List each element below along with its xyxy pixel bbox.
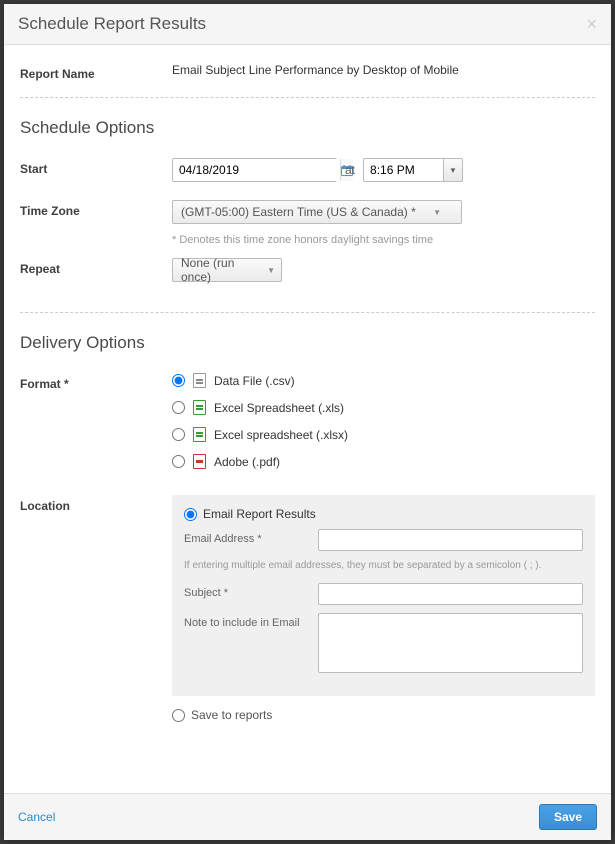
repeat-row: Repeat None (run once) ▼	[20, 258, 595, 282]
divider	[20, 97, 595, 98]
chevron-down-icon: ▼	[433, 208, 441, 217]
delivery-options-title: Delivery Options	[20, 333, 595, 353]
divider	[20, 312, 595, 313]
note-label: Note to include in Email	[184, 613, 318, 629]
format-xls-radio[interactable]	[172, 401, 185, 414]
timezone-value: (GMT-05:00) Eastern Time (US & Canada) *	[181, 205, 416, 219]
at-text: at	[345, 163, 355, 177]
chevron-down-icon: ▼	[267, 266, 275, 275]
modal-body: Report Name Email Subject Line Performan…	[4, 45, 611, 793]
start-time-input[interactable]	[363, 158, 443, 182]
format-xlsx[interactable]: Excel spreadsheet (.xlsx)	[172, 427, 595, 442]
subject-input[interactable]	[318, 583, 583, 605]
start-date-field[interactable]	[172, 158, 337, 182]
repeat-label: Repeat	[20, 258, 172, 276]
format-pdf[interactable]: Adobe (.pdf)	[172, 454, 595, 469]
csv-file-icon	[193, 373, 206, 388]
start-time-field[interactable]: ▼	[363, 158, 463, 182]
format-xlsx-radio[interactable]	[172, 428, 185, 441]
xlsx-file-icon	[193, 427, 206, 442]
repeat-value: None (run once)	[181, 256, 267, 284]
timezone-select[interactable]: (GMT-05:00) Eastern Time (US & Canada) *…	[172, 200, 462, 224]
format-xlsx-label: Excel spreadsheet (.xlsx)	[214, 428, 348, 442]
start-label: Start	[20, 158, 172, 176]
modal-header: Schedule Report Results ×	[4, 4, 611, 45]
subject-label: Subject *	[184, 583, 318, 599]
report-name-label: Report Name	[20, 63, 172, 81]
email-option[interactable]: Email Report Results	[184, 507, 583, 521]
format-xls-label: Excel Spreadsheet (.xls)	[214, 401, 344, 415]
xls-file-icon	[193, 400, 206, 415]
format-pdf-radio[interactable]	[172, 455, 185, 468]
location-row: Location Email Report Results Email Addr…	[20, 495, 595, 722]
start-date-input[interactable]	[173, 159, 340, 181]
email-hint: If entering multiple email addresses, th…	[184, 559, 583, 573]
report-name-row: Report Name Email Subject Line Performan…	[20, 63, 595, 81]
format-pdf-label: Adobe (.pdf)	[214, 455, 280, 469]
format-label: Format *	[20, 373, 172, 391]
save-to-reports-label: Save to reports	[191, 708, 272, 722]
email-address-label: Email Address *	[184, 529, 318, 545]
save-button[interactable]: Save	[539, 804, 597, 830]
format-csv[interactable]: Data File (.csv)	[172, 373, 595, 388]
modal-footer: Cancel Save	[4, 793, 611, 840]
format-csv-radio[interactable]	[172, 374, 185, 387]
close-icon[interactable]: ×	[586, 15, 597, 33]
format-xls[interactable]: Excel Spreadsheet (.xls)	[172, 400, 595, 415]
location-label: Location	[20, 495, 172, 513]
format-row: Format * Data File (.csv) Excel Spreadsh…	[20, 373, 595, 481]
timezone-row: Time Zone (GMT-05:00) Eastern Time (US &…	[20, 200, 595, 246]
format-csv-label: Data File (.csv)	[214, 374, 295, 388]
email-option-label: Email Report Results	[203, 507, 316, 521]
save-to-reports-radio[interactable]	[172, 709, 185, 722]
modal-title: Schedule Report Results	[18, 14, 206, 34]
email-option-radio[interactable]	[184, 508, 197, 521]
note-textarea[interactable]	[318, 613, 583, 673]
report-name-value: Email Subject Line Performance by Deskto…	[172, 63, 595, 77]
cancel-button[interactable]: Cancel	[18, 810, 55, 824]
start-row: Start at ▼	[20, 158, 595, 182]
timezone-note: * Denotes this time zone honors daylight…	[172, 234, 595, 246]
schedule-options-title: Schedule Options	[20, 118, 595, 138]
save-to-reports-option[interactable]: Save to reports	[172, 708, 595, 722]
chevron-down-icon[interactable]: ▼	[443, 158, 463, 182]
repeat-select[interactable]: None (run once) ▼	[172, 258, 282, 282]
pdf-file-icon	[193, 454, 206, 469]
schedule-report-modal: Schedule Report Results × Report Name Em…	[4, 4, 611, 840]
timezone-label: Time Zone	[20, 200, 172, 218]
email-location-box: Email Report Results Email Address * If …	[172, 495, 595, 696]
email-address-input[interactable]	[318, 529, 583, 551]
